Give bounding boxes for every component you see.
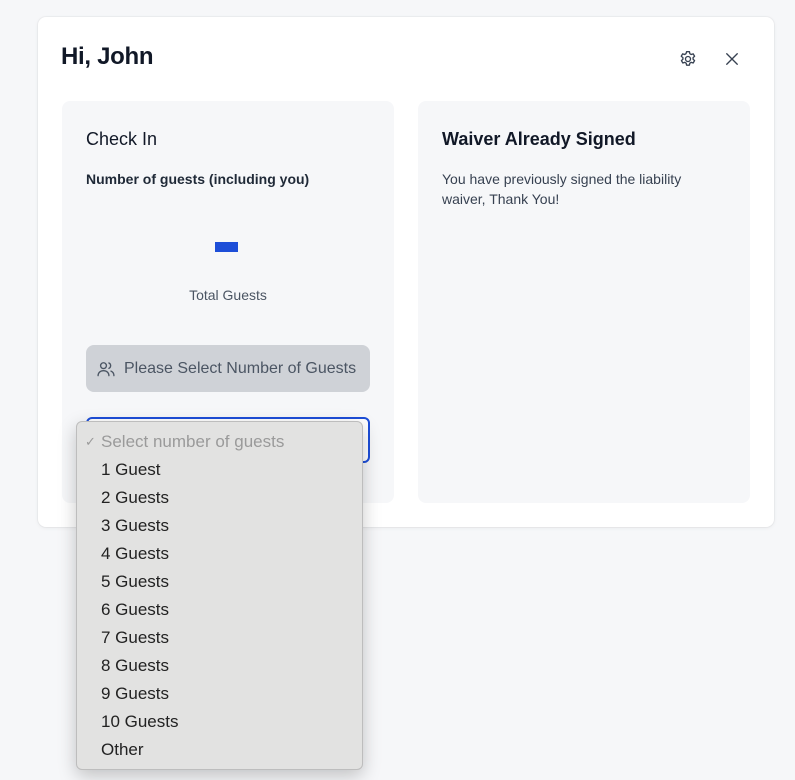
gear-icon xyxy=(680,51,696,66)
dropdown-option[interactable]: 7 Guests xyxy=(77,624,362,652)
settings-button[interactable] xyxy=(676,47,700,71)
select-guests-button[interactable]: Please Select Number of Guests xyxy=(86,345,370,392)
dropdown-option[interactable]: 3 Guests xyxy=(77,512,362,540)
close-icon xyxy=(726,53,738,65)
guest-count-placeholder xyxy=(215,242,238,252)
dropdown-option-placeholder[interactable]: ✓ Select number of guests xyxy=(77,428,362,456)
users-icon xyxy=(96,359,116,379)
waiver-message: You have previously signed the liability… xyxy=(442,171,682,207)
guest-count-dropdown: ✓ Select number of guests 1 Guest 2 Gues… xyxy=(76,421,363,770)
checkmark-icon: ✓ xyxy=(85,434,96,449)
waiver-title: Waiver Already Signed xyxy=(442,129,636,149)
dropdown-placeholder-label: Select number of guests xyxy=(101,432,285,451)
dropdown-option[interactable]: 10 Guests xyxy=(77,708,362,736)
dropdown-option[interactable]: 9 Guests xyxy=(77,680,362,708)
greeting-title: Hi, John xyxy=(61,43,154,70)
dropdown-option[interactable]: 5 Guests xyxy=(77,568,362,596)
dropdown-option[interactable]: 8 Guests xyxy=(77,652,362,680)
select-guests-button-label: Please Select Number of Guests xyxy=(124,359,357,377)
guests-count-label: Number of guests (including you) xyxy=(86,171,310,187)
total-guests-label: Total Guests xyxy=(189,287,267,303)
dropdown-option[interactable]: 6 Guests xyxy=(77,596,362,624)
dropdown-option[interactable]: 1 Guest xyxy=(77,456,362,484)
close-button[interactable] xyxy=(720,47,744,71)
dropdown-option[interactable]: Other xyxy=(77,736,362,764)
dropdown-option[interactable]: 4 Guests xyxy=(77,540,362,568)
check-in-title: Check In xyxy=(86,129,158,149)
waiver-panel: Waiver Already Signed You have previousl… xyxy=(418,101,750,503)
dropdown-option[interactable]: 2 Guests xyxy=(77,484,362,512)
